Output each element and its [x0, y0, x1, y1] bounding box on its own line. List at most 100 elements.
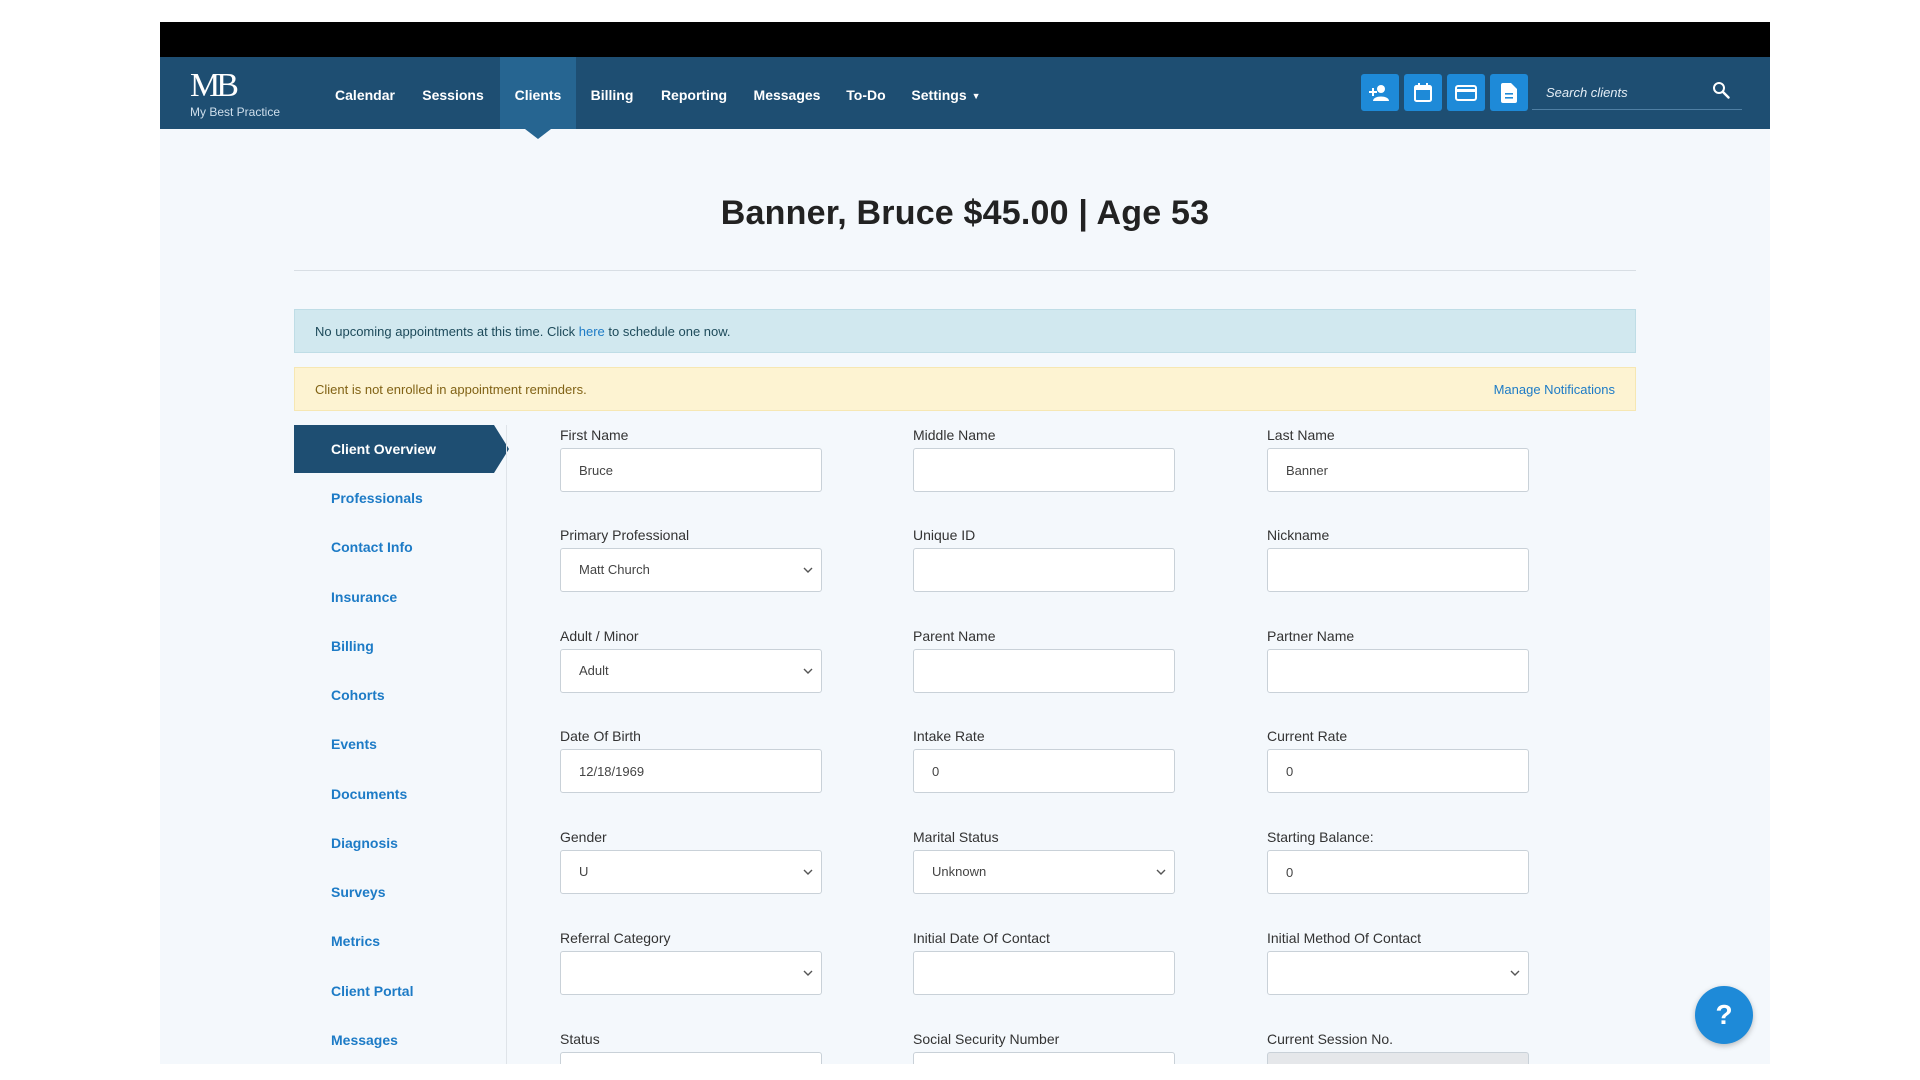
partner-name-input[interactable]: [1267, 649, 1529, 693]
help-button[interactable]: ?: [1695, 986, 1753, 1044]
alert-info-text-after: to schedule one now.: [604, 324, 731, 339]
gender-label: Gender: [560, 829, 607, 845]
middle-name-label: Middle Name: [913, 427, 996, 443]
sidebar-divider: [506, 425, 507, 1064]
unique-id-input[interactable]: [913, 548, 1175, 592]
last-name-input[interactable]: [1267, 448, 1529, 492]
marital-status-select[interactable]: Unknown: [913, 850, 1175, 894]
adult-minor-value: Adult: [579, 663, 609, 678]
last-name-label: Last Name: [1267, 427, 1335, 443]
nav-reporting[interactable]: Reporting: [650, 57, 738, 129]
adult-minor-label: Adult / Minor: [560, 628, 639, 644]
sidebar-item-diagnosis[interactable]: Diagnosis: [294, 819, 494, 867]
partner-name-field: Partner Name: [1267, 627, 1529, 693]
adult-minor-field: Adult / Minor Adult: [560, 627, 822, 693]
gender-value: U: [579, 864, 589, 879]
calendar-button[interactable]: [1404, 74, 1442, 111]
current-session-no-label: Current Session No.: [1267, 1031, 1394, 1047]
nav-clients[interactable]: Clients: [500, 57, 576, 139]
initial-date-of-contact-input[interactable]: [913, 951, 1175, 995]
marital-status-label: Marital Status: [913, 829, 999, 845]
nav-sessions[interactable]: Sessions: [412, 57, 494, 129]
calendar-icon: [1414, 82, 1432, 102]
nickname-label: Nickname: [1267, 527, 1330, 543]
logo-text: My Best Practice: [190, 105, 281, 119]
sidebar-item-surveys[interactable]: Surveys: [294, 868, 494, 916]
ssn-label: Social Security Number: [913, 1031, 1060, 1047]
schedule-here-link[interactable]: here: [579, 324, 605, 339]
client-sidebar: Client Overview Professionals Contact In…: [294, 425, 509, 1064]
first-name-label: First Name: [560, 427, 629, 443]
parent-name-input[interactable]: [913, 649, 1175, 693]
sidebar-item-insurance[interactable]: Insurance: [294, 573, 494, 621]
initial-method-of-contact-field: Initial Method Of Contact: [1267, 929, 1529, 995]
current-session-no-field: Current Session No.: [1267, 1030, 1529, 1064]
logo[interactable]: MB My Best Practice: [190, 69, 300, 120]
status-field: Status: [560, 1030, 822, 1064]
starting-balance-label: Starting Balance:: [1267, 829, 1374, 845]
intake-rate-input[interactable]: [913, 749, 1175, 793]
parent-name-label: Parent Name: [913, 628, 996, 644]
appointment-info-alert: No upcoming appointments at this time. C…: [294, 309, 1636, 353]
primary-professional-label: Primary Professional: [560, 527, 690, 543]
first-name-field: First Name: [560, 426, 822, 492]
sidebar-item-cohorts[interactable]: Cohorts: [294, 671, 494, 719]
nickname-input[interactable]: [1267, 548, 1529, 592]
status-select[interactable]: [560, 1052, 822, 1064]
current-rate-label: Current Rate: [1267, 728, 1348, 744]
search-input[interactable]: [1544, 79, 1708, 105]
chevron-down-icon: [1156, 869, 1166, 875]
nickname-field: Nickname: [1267, 526, 1529, 592]
nav-todo[interactable]: To-Do: [836, 57, 896, 129]
sidebar-item-client-overview[interactable]: Client Overview: [294, 425, 509, 473]
middle-name-input[interactable]: [913, 448, 1175, 492]
current-rate-input[interactable]: [1267, 749, 1529, 793]
nav-settings-label: Settings: [911, 87, 967, 103]
last-name-field: Last Name: [1267, 426, 1529, 492]
starting-balance-input[interactable]: [1267, 850, 1529, 894]
sidebar-item-metrics[interactable]: Metrics: [294, 917, 494, 965]
status-label: Status: [560, 1031, 600, 1047]
ssn-input[interactable]: [913, 1052, 1175, 1064]
sidebar-item-contact-info[interactable]: Contact Info: [294, 523, 494, 571]
top-black-bar: [160, 22, 1770, 57]
initial-method-of-contact-select[interactable]: [1267, 951, 1529, 995]
document-button[interactable]: [1490, 74, 1528, 111]
middle-name-field: Middle Name: [913, 426, 1175, 492]
nav-messages[interactable]: Messages: [744, 57, 830, 129]
date-of-birth-input[interactable]: [560, 749, 822, 793]
sidebar-item-client-portal[interactable]: Client Portal: [294, 967, 494, 1015]
add-client-icon: [1369, 84, 1389, 101]
gender-select[interactable]: U: [560, 850, 822, 894]
initial-date-of-contact-label: Initial Date Of Contact: [913, 930, 1050, 946]
add-client-button[interactable]: [1361, 74, 1399, 111]
nav-settings[interactable]: Settings ▼: [902, 57, 990, 129]
sidebar-item-messages[interactable]: Messages: [294, 1016, 494, 1064]
sidebar-item-documents[interactable]: Documents: [294, 770, 494, 818]
credit-card-icon: [1455, 84, 1477, 101]
reminder-warning-alert: Client is not enrolled in appointment re…: [294, 367, 1636, 411]
search-icon[interactable]: [1712, 81, 1730, 99]
billing-card-button[interactable]: [1447, 74, 1485, 111]
unique-id-label: Unique ID: [913, 527, 976, 543]
starting-balance-field: Starting Balance:: [1267, 828, 1529, 894]
marital-status-field: Marital Status Unknown: [913, 828, 1175, 894]
referral-category-select[interactable]: [560, 951, 822, 995]
parent-name-field: Parent Name: [913, 627, 1175, 693]
caret-down-icon: ▼: [971, 91, 981, 102]
referral-category-field: Referral Category: [560, 929, 822, 995]
current-rate-field: Current Rate: [1267, 727, 1529, 793]
primary-professional-select[interactable]: Matt Church: [560, 548, 822, 592]
adult-minor-select[interactable]: Adult: [560, 649, 822, 693]
sidebar-item-events[interactable]: Events: [294, 720, 494, 768]
nav-calendar[interactable]: Calendar: [322, 57, 408, 129]
alert-info-text-before: No upcoming appointments at this time. C…: [315, 324, 579, 339]
first-name-input[interactable]: [560, 448, 822, 492]
manage-notifications-link[interactable]: Manage Notifications: [1494, 368, 1615, 412]
nav-billing[interactable]: Billing: [580, 57, 644, 129]
initial-date-of-contact-field: Initial Date Of Contact: [913, 929, 1175, 995]
sidebar-item-professionals[interactable]: Professionals: [294, 474, 494, 522]
gender-field: Gender U: [560, 828, 822, 894]
sidebar-item-billing[interactable]: Billing: [294, 622, 494, 670]
divider: [294, 270, 1636, 271]
